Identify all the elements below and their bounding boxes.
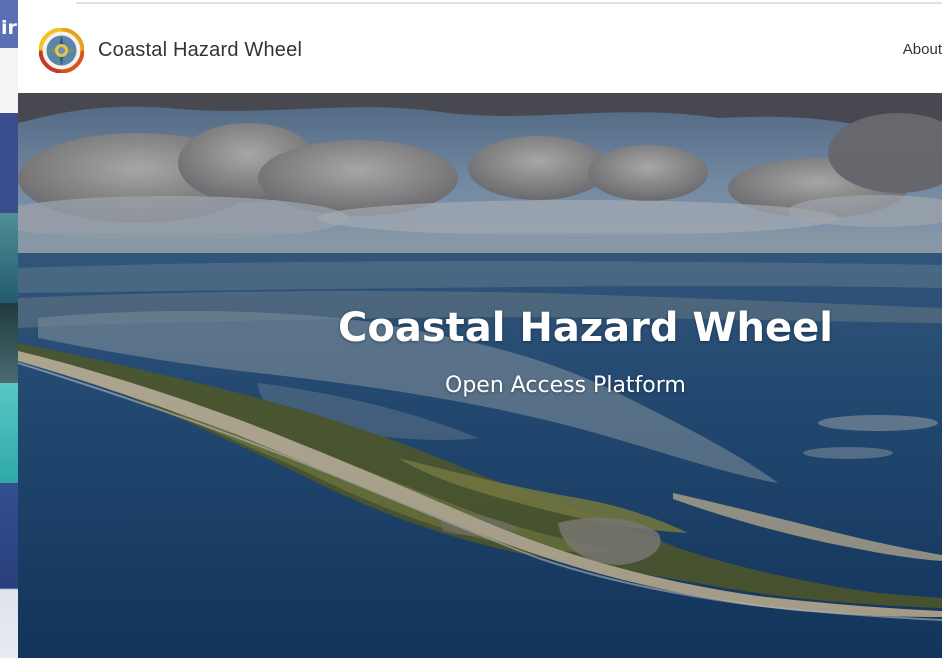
nav-link-about[interactable]: About	[903, 41, 942, 58]
background-window-fragment: ir	[0, 0, 18, 658]
brand-title: Coastal Hazard Wheel	[98, 39, 303, 61]
hero-subtitle: Open Access Platform	[445, 373, 686, 398]
coastal-hazard-wheel-logo-icon	[39, 28, 84, 73]
brand-home-link[interactable]: Coastal Hazard Wheel	[39, 28, 302, 73]
page-top-border	[76, 2, 942, 4]
hero-title: Coastal Hazard Wheel	[338, 305, 833, 351]
site-navbar: Coastal Hazard Wheel About	[18, 8, 942, 93]
browser-page: Coastal Hazard Wheel About Coastal Hazar…	[18, 0, 942, 658]
hero-banner: Coastal Hazard Wheel Open Access Platfor…	[18, 93, 942, 658]
background-window-text: ir	[1, 17, 17, 39]
